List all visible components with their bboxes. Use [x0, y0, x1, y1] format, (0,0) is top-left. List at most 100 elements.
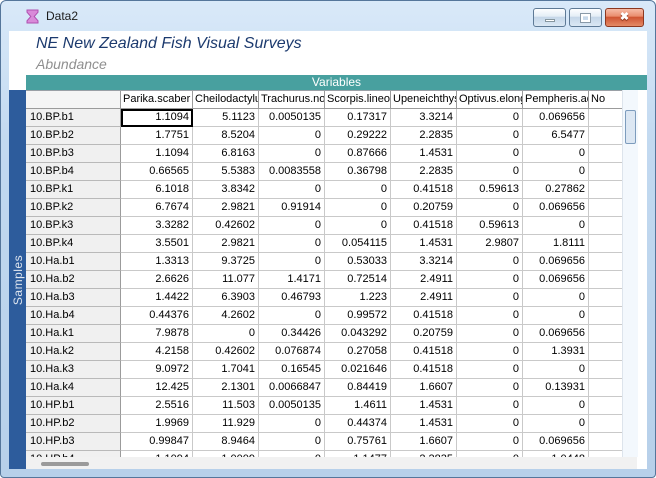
data-cell[interactable]: 0.069656: [523, 271, 589, 289]
data-cell[interactable]: 0.99847: [121, 433, 193, 451]
row-label[interactable]: 10.Ha.b2: [26, 271, 121, 289]
data-cell[interactable]: 0: [523, 163, 589, 181]
horizontal-scrollbar-thumb[interactable]: [41, 462, 89, 466]
data-cell[interactable]: 0: [193, 325, 259, 343]
data-cell[interactable]: [589, 181, 623, 199]
data-cell[interactable]: [589, 289, 623, 307]
data-cell[interactable]: 0: [457, 397, 523, 415]
data-cell[interactable]: 0.20759: [391, 199, 457, 217]
data-cell[interactable]: [589, 343, 623, 361]
data-cell[interactable]: 0.069656: [523, 109, 589, 127]
data-cell[interactable]: 1.4171: [259, 271, 325, 289]
data-cell[interactable]: 0: [259, 415, 325, 433]
data-cell[interactable]: 2.9821: [193, 235, 259, 253]
row-label[interactable]: 10.Ha.k2: [26, 343, 121, 361]
selected-cell[interactable]: 1.1094: [121, 109, 193, 127]
data-cell[interactable]: 0: [325, 199, 391, 217]
data-cell[interactable]: [589, 307, 623, 325]
data-cell[interactable]: 0: [259, 145, 325, 163]
data-cell[interactable]: [589, 325, 623, 343]
data-cell[interactable]: [589, 415, 623, 433]
row-label[interactable]: 10.BP.b2: [26, 127, 121, 145]
data-cell[interactable]: 1.1094: [121, 145, 193, 163]
data-cell[interactable]: 6.7674: [121, 199, 193, 217]
data-cell[interactable]: 8.5204: [193, 127, 259, 145]
data-cell[interactable]: 0.84419: [325, 379, 391, 397]
data-cell[interactable]: 0: [457, 307, 523, 325]
data-cell[interactable]: 0: [523, 289, 589, 307]
data-cell[interactable]: 0.29222: [325, 127, 391, 145]
data-cell[interactable]: 1.8111: [523, 235, 589, 253]
data-cell[interactable]: [589, 217, 623, 235]
data-cell[interactable]: 5.1123: [193, 109, 259, 127]
data-cell[interactable]: 0.16545: [259, 361, 325, 379]
data-cell[interactable]: 0.46793: [259, 289, 325, 307]
column-header[interactable]: Pempheris.ad: [523, 91, 589, 109]
data-cell[interactable]: 2.2835: [391, 163, 457, 181]
data-cell[interactable]: 0: [457, 325, 523, 343]
column-header[interactable]: Upeneichthys: [391, 91, 457, 109]
data-cell[interactable]: 0.66565: [121, 163, 193, 181]
column-header[interactable]: Optivus.elong: [457, 91, 523, 109]
data-cell[interactable]: 1.6607: [391, 379, 457, 397]
column-header[interactable]: Cheilodactylu: [193, 91, 259, 109]
data-cell[interactable]: 0.99572: [325, 307, 391, 325]
data-cell[interactable]: 1.4531: [391, 145, 457, 163]
data-cell[interactable]: 0: [457, 343, 523, 361]
data-cell[interactable]: 2.9821: [193, 199, 259, 217]
data-cell[interactable]: 1.4531: [391, 235, 457, 253]
column-header[interactable]: No: [589, 91, 623, 109]
row-label[interactable]: 10.BP.b1: [26, 109, 121, 127]
data-cell[interactable]: 0.59613: [457, 217, 523, 235]
data-cell[interactable]: 0.87666: [325, 145, 391, 163]
data-cell[interactable]: 4.2602: [193, 307, 259, 325]
data-cell[interactable]: 1.7041: [193, 361, 259, 379]
title-bar[interactable]: Data2 ✖: [1, 1, 655, 31]
data-cell[interactable]: 0.36798: [325, 163, 391, 181]
data-cell[interactable]: 0: [523, 307, 589, 325]
data-cell[interactable]: 1.7751: [121, 127, 193, 145]
data-cell[interactable]: 0: [259, 307, 325, 325]
data-cell[interactable]: 12.425: [121, 379, 193, 397]
row-label[interactable]: 10.HP.b3: [26, 433, 121, 451]
data-cell[interactable]: 0.27058: [325, 343, 391, 361]
close-button[interactable]: ✖: [605, 8, 644, 27]
column-header[interactable]: Parika.scaber: [121, 91, 193, 109]
data-cell[interactable]: 0: [325, 217, 391, 235]
data-cell[interactable]: [589, 199, 623, 217]
data-cell[interactable]: 11.077: [193, 271, 259, 289]
data-cell[interactable]: [589, 397, 623, 415]
data-cell[interactable]: [589, 361, 623, 379]
row-label[interactable]: 10.Ha.b1: [26, 253, 121, 271]
data-cell[interactable]: 11.503: [193, 397, 259, 415]
data-cell[interactable]: 0: [457, 415, 523, 433]
row-label[interactable]: 10.BP.b3: [26, 145, 121, 163]
data-cell[interactable]: 0.043292: [325, 325, 391, 343]
data-cell[interactable]: 0: [457, 109, 523, 127]
data-cell[interactable]: 0: [523, 217, 589, 235]
data-cell[interactable]: 3.5501: [121, 235, 193, 253]
data-cell[interactable]: 0: [457, 271, 523, 289]
data-cell[interactable]: 0: [457, 379, 523, 397]
data-cell[interactable]: 0: [457, 253, 523, 271]
vertical-scrollbar[interactable]: [622, 90, 638, 457]
row-label[interactable]: 10.Ha.k1: [26, 325, 121, 343]
row-label[interactable]: 10.BP.b4: [26, 163, 121, 181]
data-cell[interactable]: [589, 163, 623, 181]
data-cell[interactable]: 1.3931: [523, 343, 589, 361]
data-cell[interactable]: 0.069656: [523, 433, 589, 451]
data-cell[interactable]: 2.1301: [193, 379, 259, 397]
data-cell[interactable]: 0: [523, 415, 589, 433]
data-cell[interactable]: 0.41518: [391, 217, 457, 235]
data-cell[interactable]: 0: [457, 199, 523, 217]
data-cell[interactable]: 0.069656: [523, 199, 589, 217]
data-cell[interactable]: 2.2835: [391, 127, 457, 145]
data-cell[interactable]: 9.3725: [193, 253, 259, 271]
restore-button[interactable]: [569, 8, 602, 27]
data-cell[interactable]: 0.17317: [325, 109, 391, 127]
data-cell[interactable]: 0: [457, 433, 523, 451]
data-cell[interactable]: 2.4911: [391, 271, 457, 289]
data-cell[interactable]: 2.5516: [121, 397, 193, 415]
data-cell[interactable]: 0.20759: [391, 325, 457, 343]
data-cell[interactable]: 0.72514: [325, 271, 391, 289]
